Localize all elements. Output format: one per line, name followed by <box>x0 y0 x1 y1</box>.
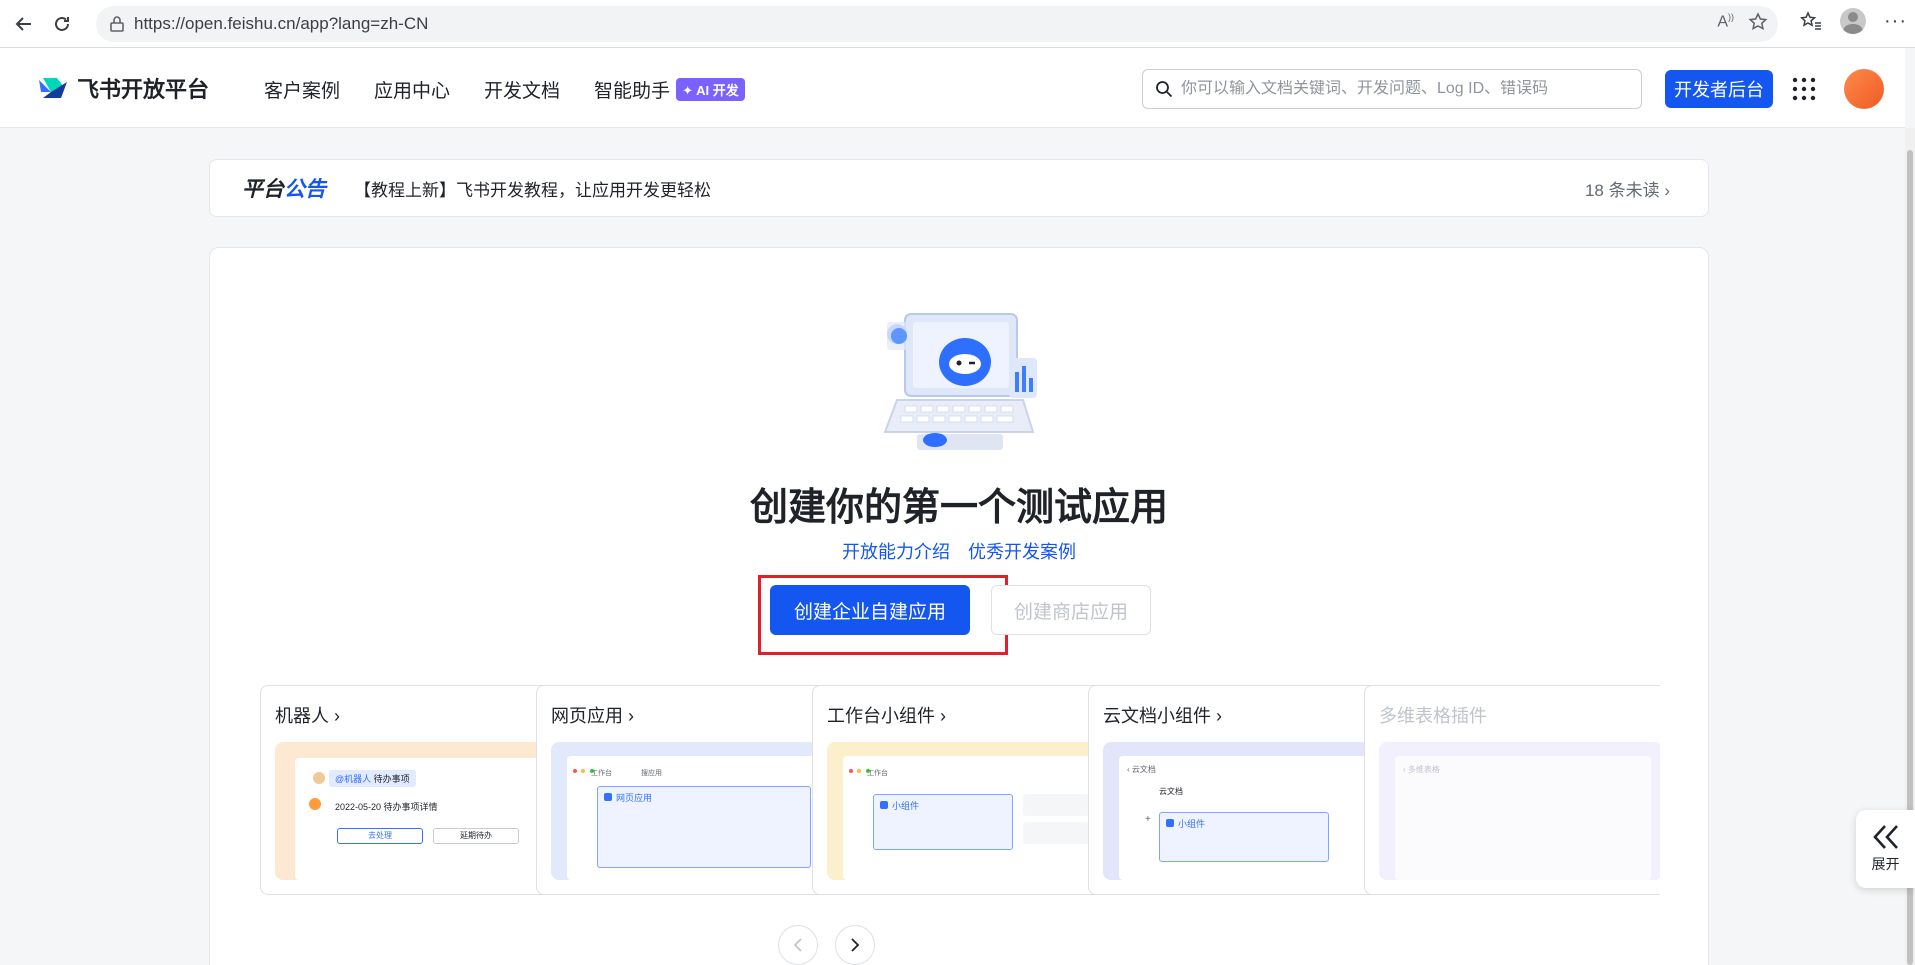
carousel-next-button[interactable] <box>835 925 875 965</box>
app-type-card-docs-widget[interactable]: 云文档小组件 › ‹ 云文档 云文档 + 小组件 <box>1088 685 1402 895</box>
bot-date-line: 2022-05-20 待办事项详情 <box>335 802 438 812</box>
reload-icon <box>55 16 69 31</box>
app-type-title-text: 云文档小组件 <box>1103 706 1211 726</box>
nav-app-center[interactable]: 应用中心 <box>374 76 450 103</box>
chevron-left-icon <box>793 938 802 952</box>
chevron-right-icon <box>851 938 860 952</box>
create-store-app-button[interactable]: 创建商店应用 <box>991 585 1151 635</box>
computer-mascot-illustration <box>883 313 1037 450</box>
side-expand-button[interactable]: 展开 <box>1856 810 1915 888</box>
bitable-preview: ‹ 多维表格 <box>1379 742 1660 880</box>
app-type-card-bitable-plugin[interactable]: 多维表格插件 ‹ 多维表格 <box>1364 685 1660 895</box>
docs-back-label: 云文档 <box>1131 765 1156 774</box>
lock-icon <box>110 16 124 32</box>
announcement-tag-part1: 平台 <box>242 178 284 201</box>
web-item-label: 网页应用 <box>616 793 653 803</box>
site-header: 飞书开放平台 客户案例 应用中心 开发文档 智能助手✦ AI 开发 开发者后台 <box>0 48 1905 128</box>
app-type-title-text: 多维表格插件 <box>1379 706 1487 726</box>
link-open-capabilities[interactable]: 开放能力介绍 <box>842 542 950 562</box>
nav-customer-cases[interactable]: 客户案例 <box>264 76 340 103</box>
nav-ai-assistant[interactable]: 智能助手 ✦ AI 开发 <box>594 76 745 103</box>
page-title: 创建你的第一个测试应用 <box>749 487 1168 529</box>
bot-task-text: 待办事项 <box>373 774 410 784</box>
create-app-card: 创建你的第一个测试应用 开放能力介绍 优秀开发案例 创建企业自建应用 创建商店应用… <box>209 247 1709 965</box>
announcement-message[interactable]: 【教程上新】飞书开发教程，让应用开发更轻松 <box>354 176 711 201</box>
link-dev-cases[interactable]: 优秀开发案例 <box>968 542 1076 562</box>
logo[interactable]: 飞书开放平台 <box>37 72 209 104</box>
intro-links: 开放能力介绍 优秀开发案例 <box>210 538 1708 564</box>
app-type-title: 云文档小组件 › <box>1103 702 1222 728</box>
web-app-preview: 工作台 搜应用 网页应用 <box>551 742 835 880</box>
app-type-title-text: 工作台小组件 <box>827 706 935 726</box>
app-type-title: 网页应用 › <box>551 702 634 728</box>
double-chevron-left-icon <box>1872 825 1898 849</box>
workbench-widget-preview: 工作台 小组件 <box>827 742 1111 880</box>
carousel-prev-button[interactable] <box>778 925 818 965</box>
ai-dev-badge: ✦ AI 开发 <box>676 78 745 101</box>
docs-item-label: 小组件 <box>1178 819 1206 829</box>
apps-grid-icon[interactable] <box>1792 77 1816 101</box>
browser-toolbar: https://open.feishu.cn/app?lang=zh-CN A)… <box>0 0 1915 48</box>
bot-preview: @机器人 待办事项 2022-05-20 待办事项详情 去处理 延期待办 <box>275 742 559 880</box>
chevron-right-icon: › <box>1664 180 1670 200</box>
app-type-carousel: 机器人 › @机器人 待办事项 2022-05-20 待办事项详情 去处理 延期… <box>260 685 1660 895</box>
web-tab-workbench: 工作台 <box>591 770 612 777</box>
read-aloud-icon[interactable]: A)) <box>1717 12 1734 31</box>
search-box[interactable] <box>1142 69 1642 109</box>
favorite-star-icon[interactable] <box>1748 12 1768 32</box>
app-type-card-web-app[interactable]: 网页应用 › 工作台 搜应用 网页应用 <box>536 685 850 895</box>
side-expand-label: 展开 <box>1871 856 1900 872</box>
feishu-logo-icon <box>39 78 67 98</box>
announcement-tag-part2: 公告 <box>284 178 326 201</box>
unread-count-link[interactable]: 18 条未读 › <box>1585 176 1670 201</box>
address-bar[interactable]: https://open.feishu.cn/app?lang=zh-CN A)… <box>96 6 1778 42</box>
nav-ai-assistant-label: 智能助手 <box>594 81 671 102</box>
chevron-right-icon: › <box>1216 706 1223 726</box>
app-type-title-text: 机器人 <box>275 706 329 726</box>
top-navigation: 客户案例 应用中心 开发文档 智能助手 ✦ AI 开发 <box>264 76 745 103</box>
widget-item-label: 小组件 <box>892 801 920 811</box>
app-type-card-workbench-widget[interactable]: 工作台小组件 › 工作台 小组件 <box>812 685 1126 895</box>
widget-tab-workbench: 工作台 <box>867 770 888 777</box>
logo-text: 飞书开放平台 <box>77 77 210 102</box>
url-text: https://open.feishu.cn/app?lang=zh-CN <box>134 14 429 33</box>
developer-console-button[interactable]: 开发者后台 <box>1665 70 1773 108</box>
app-type-title: 工作台小组件 › <box>827 702 946 728</box>
app-type-title-text: 网页应用 <box>551 706 623 726</box>
docs-widget-preview: ‹ 云文档 云文档 + 小组件 <box>1103 742 1387 880</box>
more-menu-icon[interactable]: ··· <box>1884 10 1907 33</box>
docs-doc-label: 云文档 <box>1159 787 1183 796</box>
create-internal-app-button[interactable]: 创建企业自建应用 <box>770 585 970 635</box>
reload-button[interactable] <box>44 6 80 42</box>
bitable-item-label: 多维表格 <box>1407 765 1440 774</box>
announcement-tag: 平台公告 <box>242 173 326 203</box>
back-arrow-icon <box>15 16 31 31</box>
nav-dev-docs[interactable]: 开发文档 <box>484 76 560 103</box>
chevron-right-icon: › <box>334 706 341 726</box>
app-type-title: 多维表格插件 <box>1379 702 1487 728</box>
unread-count-text: 18 条未读 <box>1584 180 1660 200</box>
back-button[interactable] <box>6 6 42 42</box>
search-icon <box>1156 81 1173 98</box>
announcement-bar[interactable]: 平台公告 【教程上新】飞书开发教程，让应用开发更轻松 18 条未读 › <box>209 159 1709 217</box>
user-avatar[interactable] <box>1844 69 1884 109</box>
chevron-right-icon: › <box>940 706 947 726</box>
favorites-list-icon[interactable] <box>1800 11 1822 31</box>
bot-mention-text: @机器人 <box>335 774 372 784</box>
profile-icon[interactable] <box>1840 8 1867 34</box>
bot-handle-button: 去处理 <box>337 828 423 844</box>
bot-delay-button: 延期待办 <box>433 828 519 844</box>
app-type-title: 机器人 › <box>275 702 340 728</box>
chevron-right-icon: › <box>628 706 635 726</box>
web-tab-search: 搜应用 <box>641 770 662 777</box>
search-input[interactable] <box>1181 80 1621 98</box>
app-type-card-bot[interactable]: 机器人 › @机器人 待办事项 2022-05-20 待办事项详情 去处理 延期… <box>260 685 574 895</box>
